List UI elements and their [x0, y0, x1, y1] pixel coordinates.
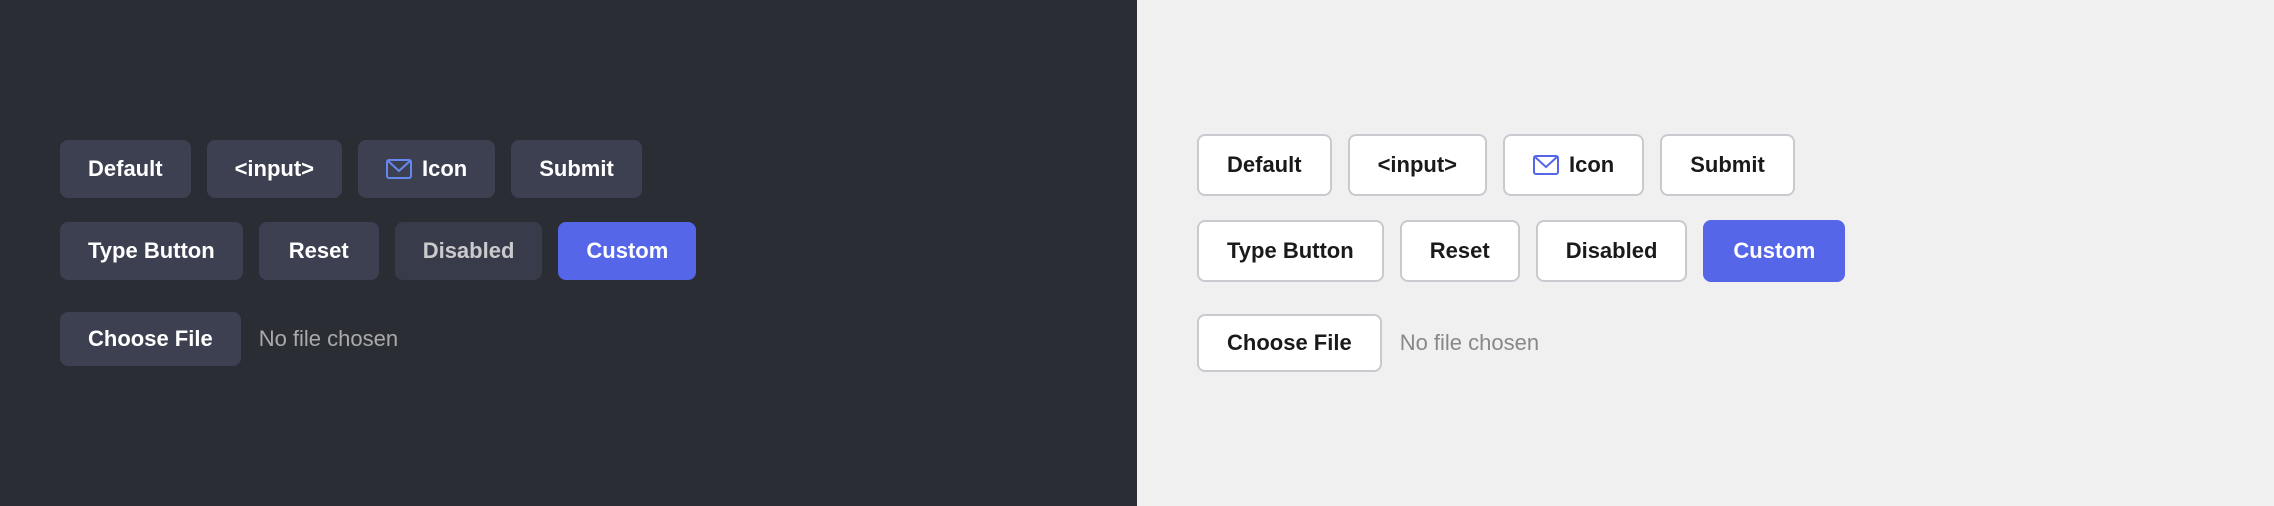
dark-typebutton-button[interactable]: Type Button	[60, 222, 243, 280]
dark-default-button[interactable]: Default	[60, 140, 191, 198]
light-custom-label: Custom	[1733, 238, 1815, 264]
dark-input-label: <input>	[235, 156, 314, 182]
dark-icon-button[interactable]: Icon	[358, 140, 495, 198]
light-row-1: Default <input> Icon Submit	[1197, 134, 1795, 196]
light-default-label: Default	[1227, 152, 1302, 178]
dark-file-row: Choose File No file chosen	[60, 312, 398, 366]
light-file-text: No file chosen	[1400, 330, 1539, 356]
light-submit-label: Submit	[1690, 152, 1765, 178]
light-typebutton-button[interactable]: Type Button	[1197, 220, 1384, 282]
light-reset-button[interactable]: Reset	[1400, 220, 1520, 282]
light-input-label: <input>	[1378, 152, 1457, 178]
dark-custom-button[interactable]: Custom	[558, 222, 696, 280]
mail-icon-light	[1533, 155, 1559, 175]
dark-custom-label: Custom	[586, 238, 668, 264]
light-custom-button[interactable]: Custom	[1703, 220, 1845, 282]
light-reset-label: Reset	[1430, 238, 1490, 264]
mail-icon	[386, 159, 412, 179]
light-submit-button[interactable]: Submit	[1660, 134, 1795, 196]
light-disabled-label: Disabled	[1566, 238, 1658, 264]
light-disabled-button[interactable]: Disabled	[1536, 220, 1688, 282]
light-icon-label: Icon	[1569, 152, 1614, 178]
dark-submit-label: Submit	[539, 156, 614, 182]
light-file-row: Choose File No file chosen	[1197, 314, 1539, 372]
dark-choose-file-label: Choose File	[88, 326, 213, 351]
dark-disabled-label: Disabled	[423, 238, 515, 264]
dark-reset-button[interactable]: Reset	[259, 222, 379, 280]
dark-file-text: No file chosen	[259, 326, 398, 352]
light-icon-button[interactable]: Icon	[1503, 134, 1644, 196]
dark-default-label: Default	[88, 156, 163, 182]
light-input-button[interactable]: <input>	[1348, 134, 1487, 196]
dark-typebutton-label: Type Button	[88, 238, 215, 264]
light-choose-file-button[interactable]: Choose File	[1197, 314, 1382, 372]
light-choose-file-label: Choose File	[1227, 330, 1352, 355]
dark-panel: Default <input> Icon Submit Type Button …	[0, 0, 1137, 506]
dark-choose-file-button[interactable]: Choose File	[60, 312, 241, 366]
dark-reset-label: Reset	[289, 238, 349, 264]
light-default-button[interactable]: Default	[1197, 134, 1332, 196]
dark-input-button[interactable]: <input>	[207, 140, 342, 198]
light-panel: Default <input> Icon Submit Type Button …	[1137, 0, 2274, 506]
dark-icon-label: Icon	[422, 156, 467, 182]
light-typebutton-label: Type Button	[1227, 238, 1354, 264]
dark-submit-button[interactable]: Submit	[511, 140, 642, 198]
light-row-2: Type Button Reset Disabled Custom	[1197, 220, 1845, 282]
dark-row-1: Default <input> Icon Submit	[60, 140, 642, 198]
dark-disabled-button[interactable]: Disabled	[395, 222, 543, 280]
dark-row-2: Type Button Reset Disabled Custom	[60, 222, 696, 280]
